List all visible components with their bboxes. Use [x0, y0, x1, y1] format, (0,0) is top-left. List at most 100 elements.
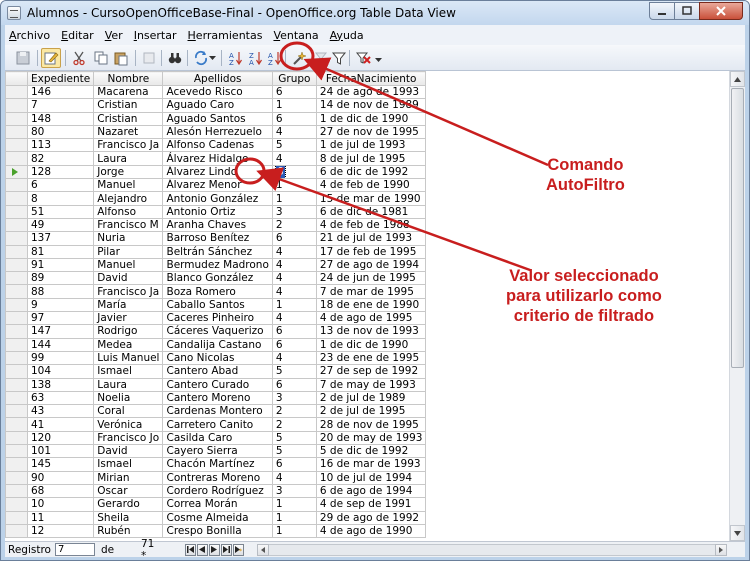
table-cell[interactable]: Aguado Santos — [162, 111, 273, 126]
table-cell[interactable]: Cordero Rodríguez — [162, 483, 273, 499]
table-cell[interactable]: Acevedo Risco — [162, 84, 273, 100]
row-header[interactable] — [5, 257, 28, 273]
table-cell[interactable]: Bermudez Madrono — [162, 257, 273, 273]
row-header[interactable] — [5, 297, 28, 313]
row-header[interactable] — [5, 191, 28, 206]
table-cell[interactable]: Correa Morán — [162, 497, 273, 512]
column-header-3[interactable]: Grupo — [271, 71, 317, 86]
table-cell[interactable]: Jorge — [93, 164, 164, 180]
sort-descending-button[interactable]: ZA — [245, 48, 265, 68]
refresh-dropdown[interactable] — [207, 48, 217, 68]
table-row[interactable]: 43 Coral Cardenas Montero 2 2 de jul de 1995 — [5, 404, 427, 419]
scroll-up-button[interactable] — [730, 71, 745, 87]
table-cell[interactable]: 27 de ago de 1994 — [315, 257, 427, 273]
row-header[interactable] — [5, 417, 28, 432]
row-header[interactable] — [5, 151, 28, 166]
table-cell[interactable]: Cristian — [93, 111, 164, 126]
row-header[interactable] — [5, 337, 28, 352]
standard-filter-disabled[interactable] — [311, 48, 331, 68]
table-cell[interactable]: 4 — [271, 271, 317, 286]
table-cell[interactable]: Blanco González — [162, 271, 273, 286]
table-cell[interactable]: Antonio González — [162, 191, 273, 206]
table-row[interactable]: 11 Sheila Cosme Almeida 1 29 de ago de 1992 — [5, 510, 427, 525]
table-cell[interactable]: 120 — [26, 430, 95, 446]
table-cell[interactable]: 4 — [271, 257, 317, 273]
table-row[interactable]: 104 Ismael Cantero Abad 5 27 de sep de 1992 — [5, 364, 427, 379]
table-cell[interactable]: Cayero Sierra — [162, 444, 273, 459]
table-row[interactable]: 128 Jorge Álvarez Lindo 6 6 de dic de 1992 — [5, 164, 427, 180]
table-cell[interactable]: 6 de ago de 1994 — [315, 483, 427, 499]
save-record-button[interactable] — [13, 48, 33, 68]
row-header[interactable] — [5, 470, 28, 485]
table-cell[interactable]: Manuel — [93, 178, 164, 193]
table-cell[interactable]: 5 — [271, 364, 317, 379]
table-cell[interactable]: 15 de mar de 1990 — [315, 191, 427, 206]
table-cell[interactable]: Caballo Santos — [162, 297, 273, 313]
table-cell[interactable]: 6 de dic de 1992 — [315, 164, 427, 180]
table-row[interactable]: 41 Verónica Carretero Canito 2 28 de nov de … — [5, 417, 427, 432]
table-cell[interactable]: 145 — [26, 457, 95, 472]
table-cell[interactable]: 2 de jul de 1995 — [315, 404, 427, 419]
table-cell[interactable]: 63 — [26, 390, 95, 406]
table-cell[interactable]: Contreras Moreno — [162, 470, 273, 485]
table-row[interactable]: 63 Noelia Cantero Moreno 3 2 de jul de 1989 — [5, 390, 427, 406]
table-cell[interactable]: 4 de ago de 1990 — [315, 523, 427, 539]
table-cell[interactable]: 4 — [271, 350, 317, 366]
table-cell[interactable]: Cardenas Montero — [162, 404, 273, 419]
table-cell[interactable]: Verónica — [93, 417, 164, 432]
table-cell[interactable]: 6 — [271, 457, 317, 472]
table-cell[interactable]: 1 de jul de 1993 — [315, 138, 427, 153]
menu-item-4[interactable]: Herramientas — [188, 29, 263, 42]
menu-item-0[interactable]: Archivo — [9, 29, 50, 42]
row-header[interactable] — [5, 350, 28, 366]
table-cell[interactable]: 144 — [26, 337, 95, 352]
row-header[interactable] — [5, 457, 28, 472]
table-cell[interactable]: 4 de feb de 1988 — [315, 217, 427, 233]
table-row[interactable]: 68 Oscar Cordero Rodríguez 3 6 de ago de 199… — [5, 483, 427, 499]
cut-button[interactable] — [69, 48, 89, 68]
table-cell[interactable]: 7 de may de 1993 — [315, 377, 427, 392]
table-cell[interactable]: Crespo Bonilla — [162, 523, 273, 539]
table-cell[interactable]: 82 — [26, 151, 95, 166]
minimize-button[interactable] — [649, 2, 675, 20]
table-row[interactable]: 88 Francisco Ja Boza Romero 4 7 de mar de 19… — [5, 284, 427, 299]
table-cell[interactable]: 6 — [271, 231, 317, 246]
table-row[interactable]: 97 Javier Caceres Pinheiro 4 4 de ago de 199… — [5, 311, 427, 326]
table-cell[interactable]: Alfonso — [93, 204, 164, 219]
table-cell[interactable]: Alesón Herrezuelo — [162, 124, 273, 140]
table-cell[interactable]: 12 — [26, 523, 95, 539]
table-cell[interactable]: Mirian — [93, 470, 164, 485]
table-cell[interactable]: Macarena — [93, 84, 164, 100]
table-cell[interactable]: 1 — [271, 98, 317, 113]
row-header[interactable] — [5, 164, 28, 180]
table-cell[interactable]: 1 — [271, 191, 317, 206]
table-cell[interactable]: 10 de jul de 1994 — [315, 470, 427, 485]
table-cell[interactable]: 4 — [271, 311, 317, 326]
table-cell[interactable]: 7 de mar de 1995 — [315, 284, 427, 299]
table-cell[interactable]: 1 — [271, 510, 317, 525]
table-cell[interactable]: 6 — [271, 337, 317, 352]
table-cell[interactable]: 21 de jul de 1993 — [315, 231, 427, 246]
table-cell[interactable]: 17 de feb de 1995 — [315, 244, 427, 259]
row-header[interactable] — [5, 483, 28, 499]
table-row[interactable]: 49 Francisco M Aranha Chaves 2 4 de feb de 1… — [5, 217, 427, 233]
table-cell[interactable]: Francisco Jo — [93, 430, 164, 446]
row-header[interactable] — [5, 444, 28, 459]
table-cell[interactable]: 6 — [271, 324, 317, 339]
table-cell[interactable]: María — [93, 297, 164, 313]
column-header-4[interactable]: FechaNacimiento — [315, 71, 427, 86]
table-cell[interactable]: Alfonso Cadenas — [162, 138, 273, 153]
table-cell[interactable]: Caceres Pinheiro — [162, 311, 273, 326]
table-row[interactable]: 12 Rubén Crespo Bonilla 1 4 de ago de 1990 — [5, 523, 427, 539]
table-cell[interactable]: Ismael — [93, 364, 164, 379]
sort-button-disabled[interactable] — [139, 48, 159, 68]
row-header[interactable] — [5, 430, 28, 446]
table-row[interactable]: 144 Medea Candalija Castano 6 1 de dic de 19… — [5, 337, 427, 352]
table-cell[interactable]: Cantero Abad — [162, 364, 273, 379]
row-header[interactable] — [5, 178, 28, 193]
table-cell[interactable]: 5 — [271, 138, 317, 153]
table-cell[interactable]: 6 — [271, 111, 317, 126]
row-header[interactable] — [5, 311, 28, 326]
last-record-button[interactable] — [220, 543, 232, 556]
table-cell[interactable]: Francisco Ja — [93, 138, 164, 153]
